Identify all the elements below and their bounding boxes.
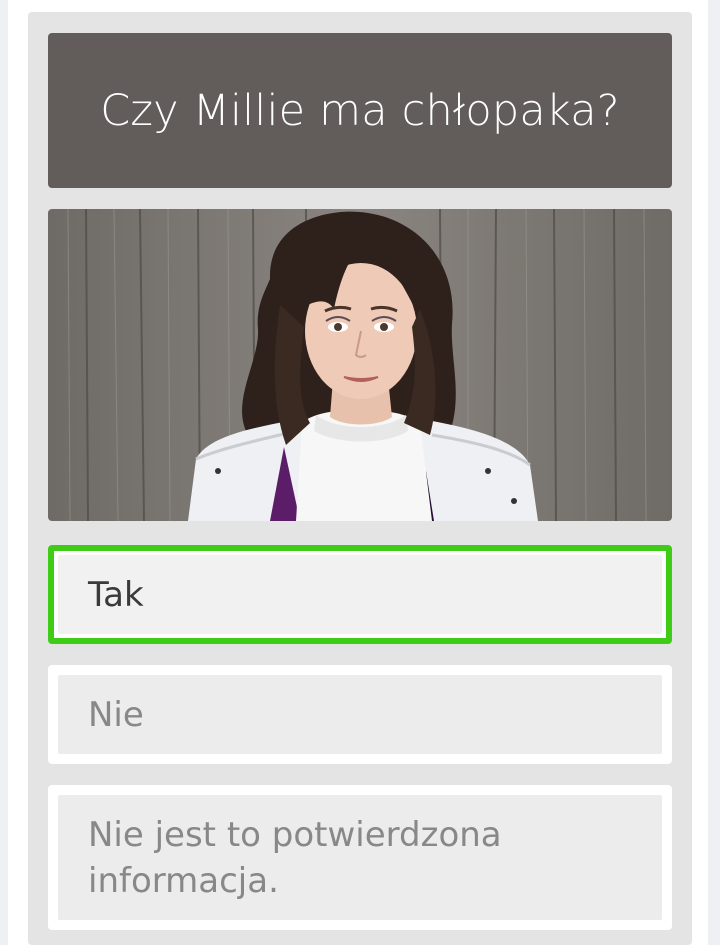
answer-label: Tak — [58, 555, 662, 634]
portrait-illustration — [48, 209, 672, 521]
answer-label: Nie jest to potwierdzona informacja. — [58, 795, 662, 920]
quiz-card: Czy Millie ma chłopaka? Tak Nie Nie jest… — [28, 12, 692, 945]
answer-label: Nie — [58, 675, 662, 754]
answer-option-2[interactable]: Nie — [48, 665, 672, 764]
answer-option-1[interactable]: Tak — [48, 545, 672, 644]
question-title: Czy Millie ma chłopaka? — [100, 85, 620, 136]
question-header: Czy Millie ma chłopaka? — [48, 33, 672, 188]
answer-option-3[interactable]: Nie jest to potwierdzona informacja. — [48, 785, 672, 930]
question-photo — [48, 209, 672, 521]
